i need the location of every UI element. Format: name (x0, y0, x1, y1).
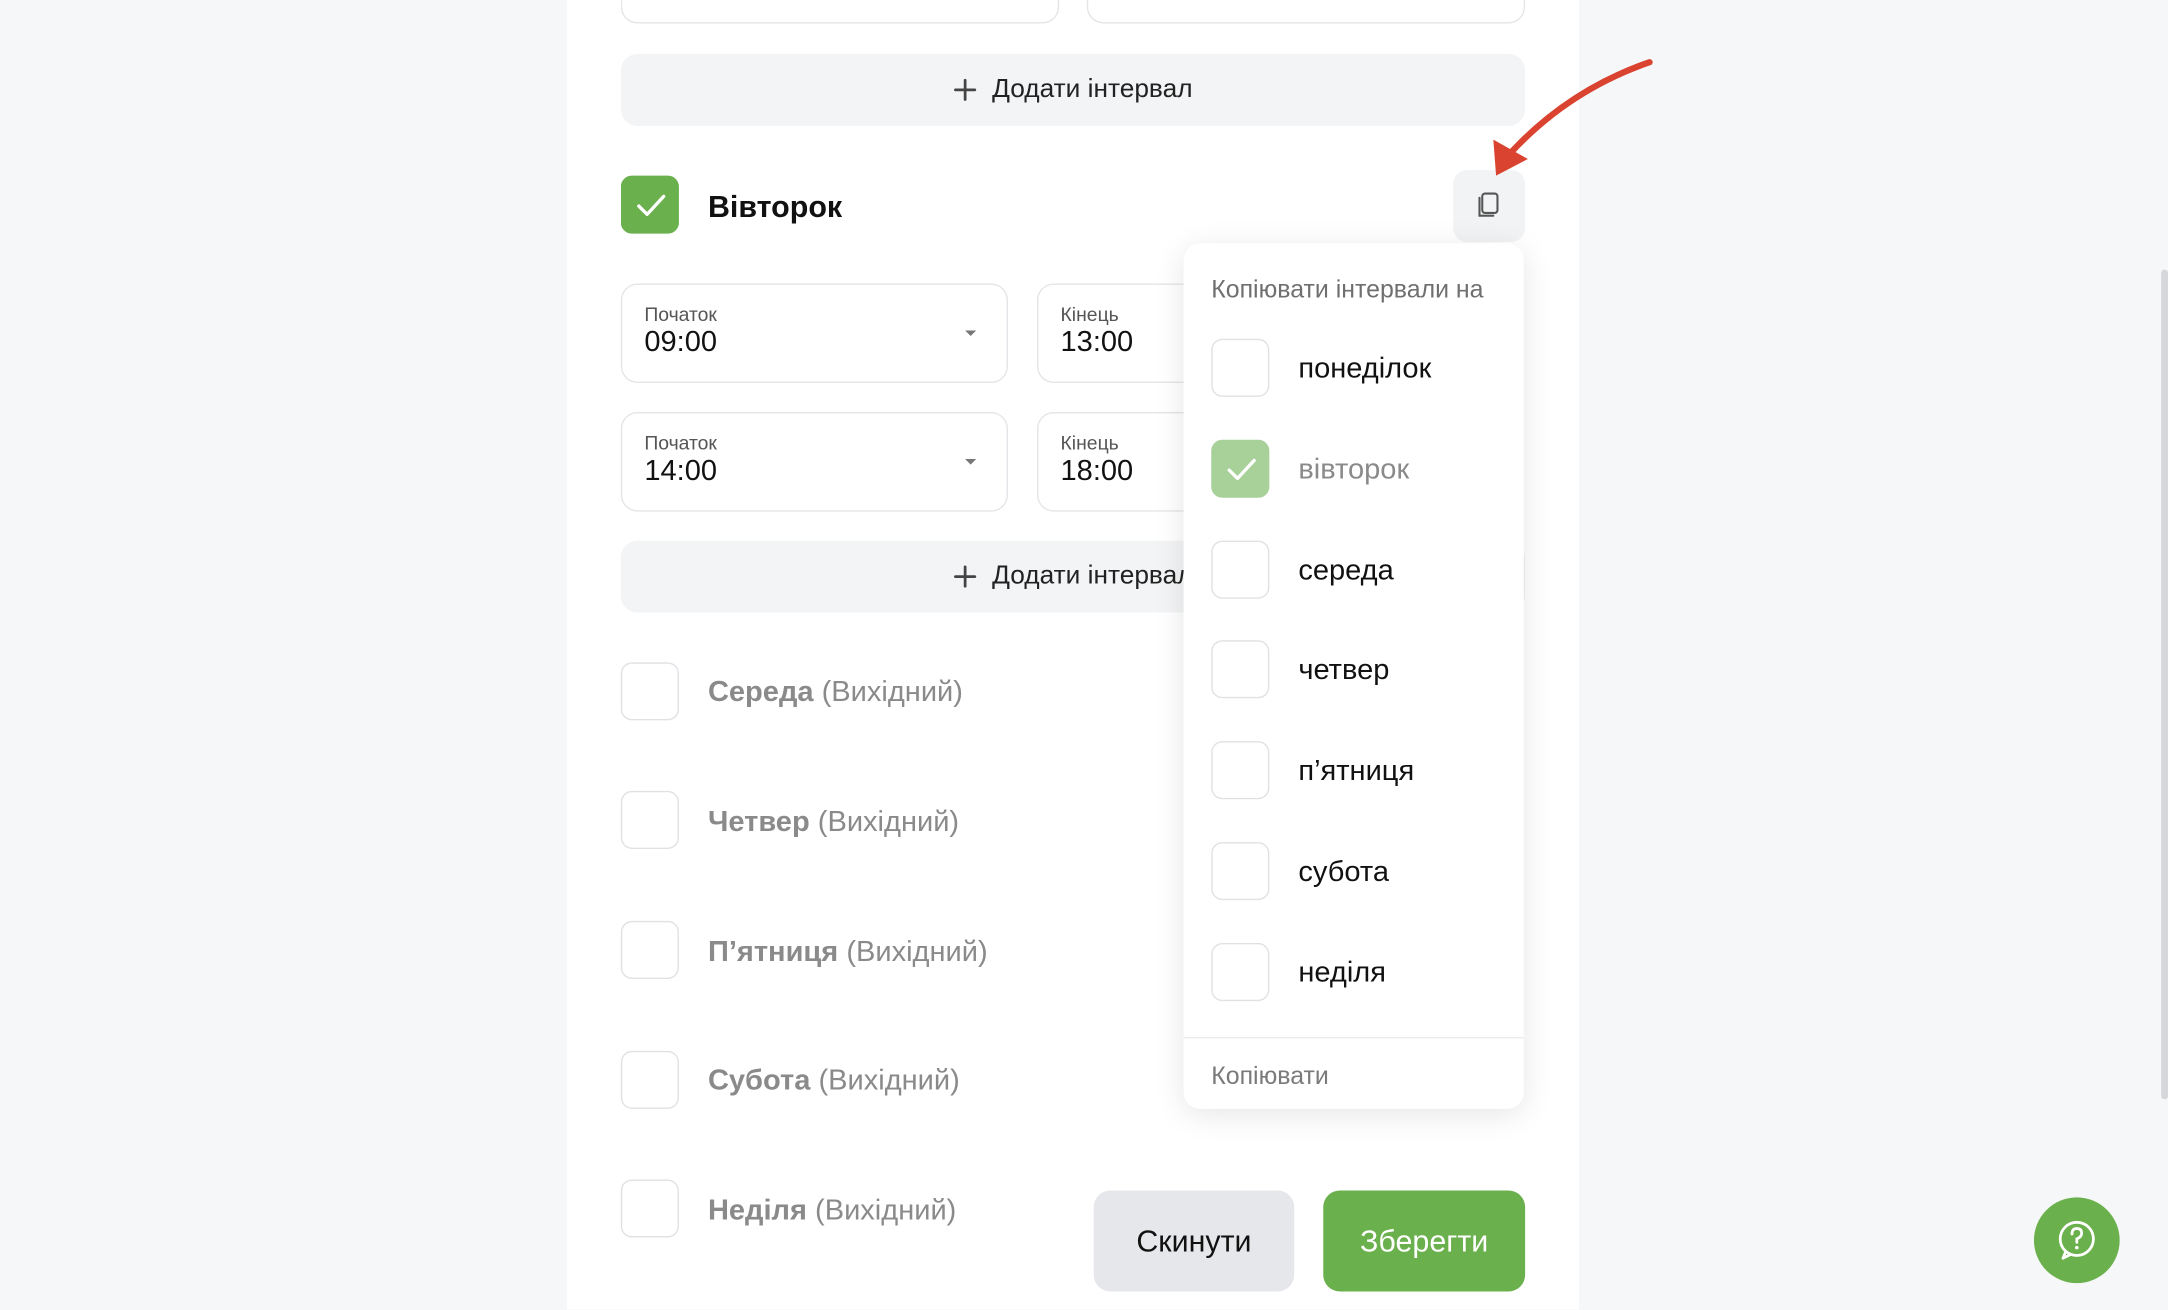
day-off-suffix: (Вихідний) (817, 806, 960, 838)
help-button[interactable] (2033, 1197, 2120, 1284)
option-checkbox[interactable] (1211, 540, 1270, 599)
day-name: Четвер (707, 806, 810, 838)
add-interval-label: Додати інтервал (992, 74, 1193, 104)
copy-option-thursday[interactable]: четвер (1211, 640, 1515, 701)
sunday-label: Неділя (Вихідний) (708, 1195, 956, 1228)
dropdown-caret-icon (965, 459, 977, 465)
help-icon (2058, 1220, 2095, 1260)
option-label: неділя (1298, 956, 1386, 989)
option-checkbox (1211, 439, 1270, 498)
friday-label: П’ятниця (Вихідний) (708, 936, 988, 969)
sunday-checkbox[interactable] (620, 1179, 679, 1238)
copy-option-friday[interactable]: п’ятниця (1211, 741, 1515, 802)
wednesday-label: Середа (Вихідний) (708, 676, 963, 709)
option-label: середа (1298, 554, 1394, 587)
option-label: четвер (1298, 654, 1390, 686)
monday-end-field[interactable] (1086, 0, 1526, 24)
dropdown-title: Копіювати інтервали на (1211, 275, 1484, 303)
friday-checkbox[interactable] (620, 920, 679, 979)
day-name: Субота (707, 1064, 811, 1097)
day-off-suffix: (Вихідний) (821, 676, 963, 708)
start-field-label: Початок (644, 431, 717, 454)
option-checkbox[interactable] (1211, 943, 1270, 1002)
day-off-suffix: (Вихідний) (846, 936, 988, 968)
start-field-value: 14:00 (644, 454, 718, 487)
day-off-suffix: (Вихідний) (815, 1194, 957, 1227)
end-field-value: 13:00 (1060, 326, 1134, 359)
end-field-label: Кінець (1060, 302, 1119, 325)
annotation-arrow-icon (1493, 59, 1653, 176)
scrollbar[interactable] (2161, 269, 2168, 1100)
copy-option-sunday[interactable]: неділя (1211, 943, 1515, 1004)
thursday-checkbox[interactable] (620, 790, 679, 849)
tuesday-checkbox[interactable] (620, 175, 679, 234)
saturday-checkbox[interactable] (620, 1050, 679, 1109)
start-field-label: Початок (644, 302, 717, 325)
plus-icon (953, 565, 976, 588)
copy-intervals-dropdown: Копіювати інтервали на понеділок вівторо… (1183, 243, 1524, 1109)
copy-option-tuesday: вівторок (1211, 439, 1515, 501)
option-checkbox[interactable] (1211, 338, 1270, 397)
day-name: Середа (707, 676, 814, 708)
day-name: П’ятниця (707, 936, 839, 968)
option-checkbox[interactable] (1211, 842, 1270, 901)
option-checkbox[interactable] (1211, 640, 1270, 699)
day-name: Неділя (707, 1194, 807, 1227)
day-off-suffix: (Вихідний) (818, 1064, 960, 1097)
option-label: субота (1298, 855, 1389, 888)
end-field-value: 18:00 (1060, 454, 1134, 487)
check-icon (637, 194, 666, 216)
reset-button[interactable]: Скинути (1093, 1190, 1295, 1292)
copy-option-saturday[interactable]: субота (1211, 842, 1515, 903)
check-icon (1227, 458, 1256, 481)
add-interval-label: Додати інтервал (992, 561, 1193, 591)
option-label: вівторок (1298, 453, 1410, 486)
thursday-label: Четвер (Вихідний) (708, 806, 959, 839)
option-label: п’ятниця (1298, 754, 1415, 787)
save-button[interactable]: Зберегти (1323, 1190, 1526, 1292)
copy-option-monday[interactable]: понеділок (1211, 338, 1515, 400)
tuesday-interval-2-start[interactable]: Початок 14:00 (620, 412, 1008, 512)
dropdown-caret-icon (965, 330, 977, 336)
tuesday-interval-1-start[interactable]: Початок 09:00 (620, 283, 1008, 384)
copy-confirm-button[interactable]: Копіювати (1211, 1062, 1329, 1091)
monday-start-field[interactable] (620, 0, 1060, 24)
wednesday-checkbox[interactable] (620, 662, 679, 721)
plus-icon (953, 78, 976, 101)
end-field-label: Кінець (1060, 431, 1119, 454)
tuesday-label: Вівторок (707, 189, 843, 224)
option-label: понеділок (1298, 352, 1432, 385)
dropdown-divider (1183, 1037, 1524, 1039)
option-checkbox[interactable] (1211, 741, 1270, 800)
add-interval-button-monday[interactable]: Додати інтервал (620, 53, 1526, 126)
start-field-value: 09:00 (644, 326, 718, 359)
copy-option-wednesday[interactable]: середа (1211, 540, 1515, 602)
saturday-label: Субота (Вихідний) (708, 1065, 960, 1098)
